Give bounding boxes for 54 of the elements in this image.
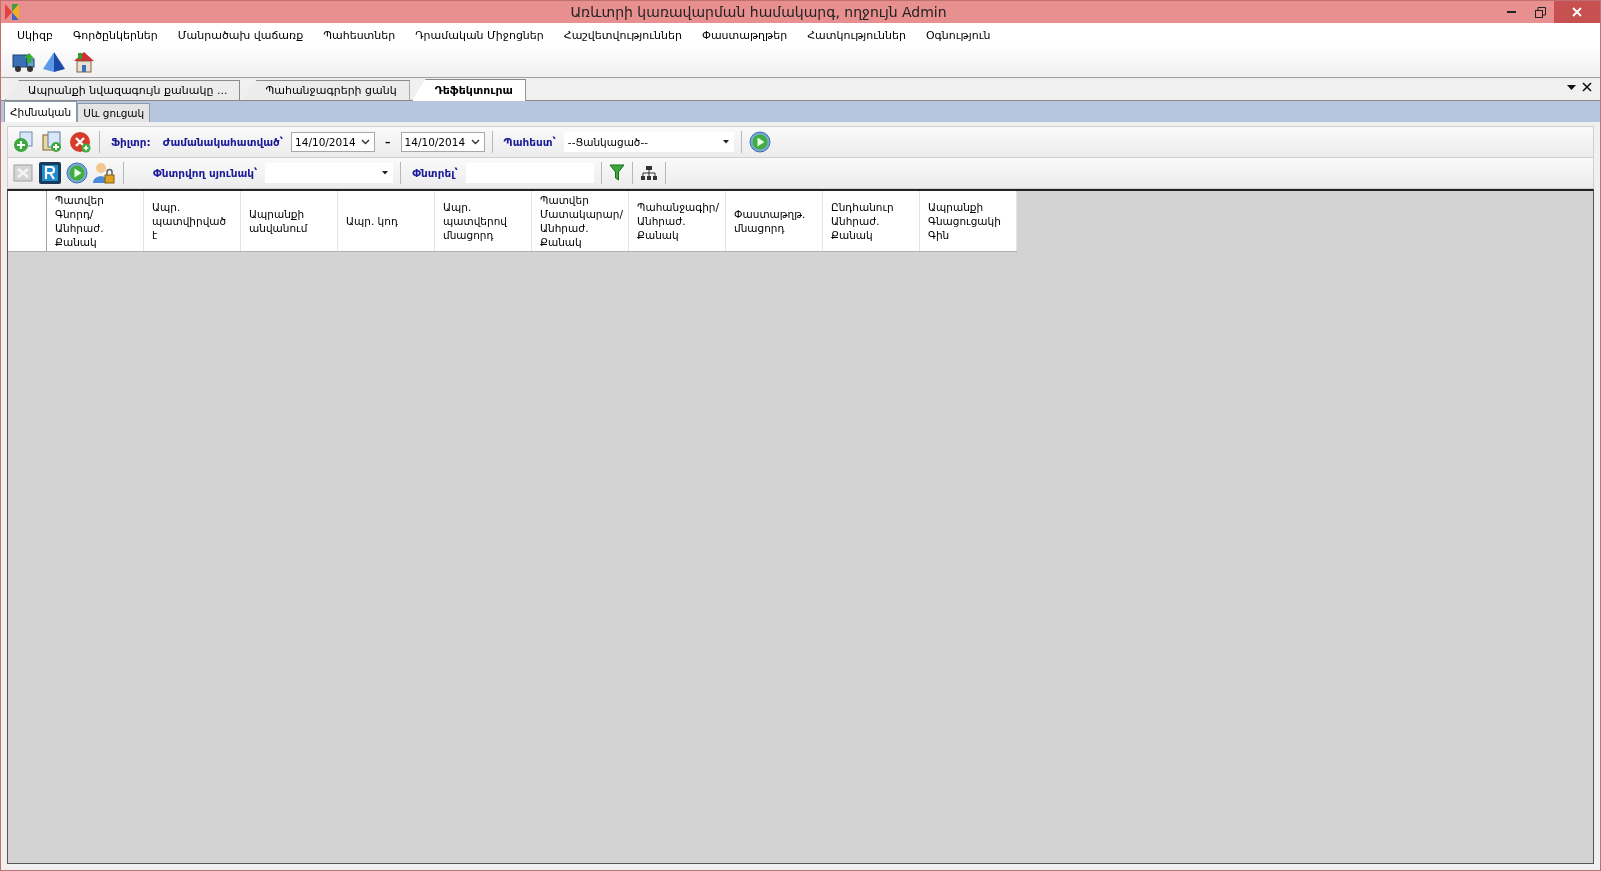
menu-item[interactable]: Դրամական Միջոցներ [405,28,554,42]
tab[interactable]: Պահանջագրերի ցանկ [242,80,410,100]
chevron-down-icon[interactable] [470,139,480,145]
column-header[interactable]: Պատվեր Մատակարար/ Անհրաժ. Քանակ [532,191,629,251]
column-header[interactable]: Պահանջագիր/ Անհրաժ. Քանակ [629,191,726,251]
dropdown-icon[interactable] [1567,82,1576,92]
period-label: Ժամանակահատված՝ [161,136,285,148]
warehouse-label: Պահեստ՝ [502,136,557,148]
column-header[interactable]: Ընդհանուր Անհրաժ. Քանակ [823,191,920,251]
menu-item[interactable]: Հաշվետվություններ [553,28,692,42]
add-icon[interactable] [12,130,36,154]
copy-icon[interactable] [40,130,64,154]
menu-item[interactable]: Օգնություն [915,28,1001,42]
date-separator: – [384,135,392,149]
column-header[interactable]: Փաստաթղթ. մնացորդ [726,191,823,251]
app-icon [5,4,19,20]
column-header[interactable]: Ապր. պատվերով մնացորդ [435,191,532,251]
tab[interactable]: Սև ցուցակ [77,103,151,122]
filter-icon[interactable] [608,164,625,182]
play-icon[interactable] [66,162,88,184]
user-lock-icon[interactable] [92,161,116,185]
run-icon[interactable] [748,131,771,153]
close-button[interactable] [1554,1,1600,23]
menu-item[interactable]: Մանրածախ վաճառք [167,28,314,42]
dropdown-arrow-icon[interactable] [382,171,389,175]
chevron-down-icon[interactable] [361,139,371,145]
date-to-field[interactable]: 14/10/2014 [400,132,485,152]
date-from-field[interactable]: 14/10/2014 [291,132,376,152]
menu-item[interactable]: Հատկություններ [797,28,916,42]
menu-item[interactable]: Պահեստներ [313,28,406,42]
column-header[interactable]: Պատվեր Գնորդ/ Անհրաժ. Քանակ [47,191,144,251]
restore-icon[interactable] [1534,6,1546,18]
minimize-icon[interactable] [1507,10,1517,14]
menu-item[interactable]: Գործընկերներ [62,28,168,42]
dropdown-arrow-icon[interactable] [722,140,729,144]
delete-icon[interactable] [68,130,92,154]
tab[interactable]: Դեֆեկտուրա [411,79,526,101]
menu-item[interactable]: Սկիզբ [7,28,63,42]
column-header[interactable]: Ապր. պատվիրված է [144,191,241,251]
tab[interactable]: Հիմնական [4,101,78,122]
window-title: Առևտրի կառավարման համակարգ, ողջույն Admin [569,4,948,20]
column-header[interactable]: Ապր. կոդ [338,191,435,251]
warehouse-dropdown[interactable]: --Ցանկացած-- [563,132,734,152]
menu-item[interactable]: Փաստաթղթեր [691,28,798,42]
tab[interactable]: Ապրանքի նվազագույն քանակը ... [5,80,241,100]
hierarchy-icon[interactable] [639,165,658,181]
search-column-label: Փնտրվող սյունակ՝ [152,167,259,179]
filter-label: Ֆիլտր: [110,136,152,148]
report-icon[interactable] [38,161,62,185]
column-header[interactable]: Ապրանքի Գնացուցակի Գին [920,191,1017,251]
close-icon[interactable] [1582,82,1592,92]
search-label: Փնտրել՝ [411,167,459,179]
close-icon [1572,7,1582,17]
column-header[interactable]: Ապրանքի անվանում [241,191,338,251]
